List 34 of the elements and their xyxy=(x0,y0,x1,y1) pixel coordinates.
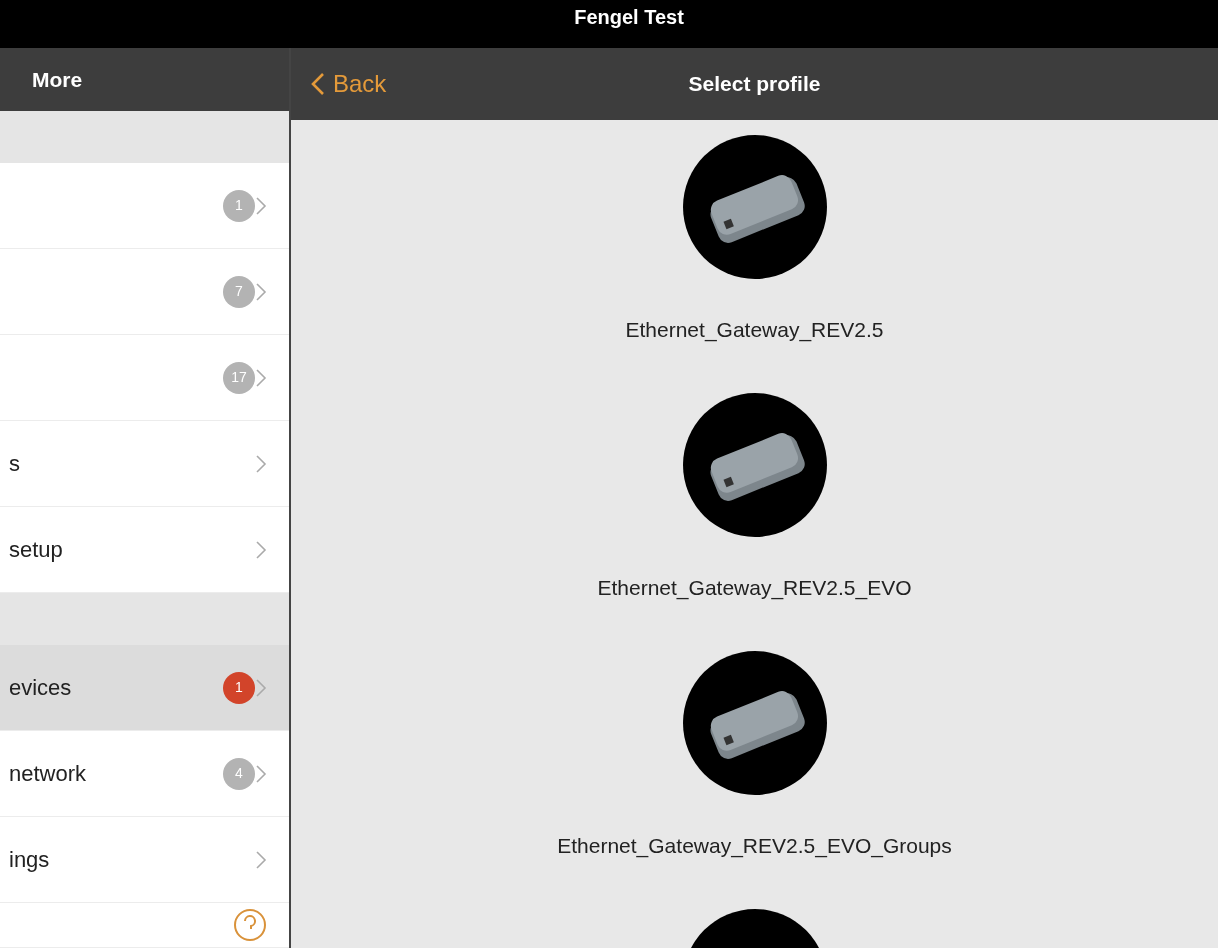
count-badge: 17 xyxy=(223,361,255,394)
item-label: ings xyxy=(9,846,51,874)
window-title: Fengel Test xyxy=(574,5,684,30)
gateway-device-icon[interactable] xyxy=(682,135,827,279)
profile-name: Ethernet_Gateway_REV2.5_EVO_Groups xyxy=(557,833,952,860)
chevron-icon xyxy=(255,849,267,870)
item-label: network xyxy=(9,760,88,788)
sidebar-item[interactable]: s xyxy=(0,421,289,507)
chevron-icon xyxy=(255,453,267,474)
chevron-icon xyxy=(255,539,267,560)
count-badge: 7 xyxy=(223,275,255,308)
sidebar-item[interactable]: ings xyxy=(0,817,289,903)
sidebar-item[interactable]: evices 1 xyxy=(0,645,289,731)
item-label: setup xyxy=(9,536,64,564)
help-icon[interactable] xyxy=(233,908,267,942)
item-label: s xyxy=(9,450,21,478)
chevron-icon xyxy=(255,195,267,216)
back-chevron-icon xyxy=(311,72,325,96)
back-button[interactable]: Back xyxy=(291,66,387,102)
sidebar-title: More xyxy=(32,66,83,93)
count-badge: 1 xyxy=(223,189,255,222)
profile-name: Ethernet_Gateway_REV2.5_EVO xyxy=(597,575,912,602)
item-label: evices xyxy=(9,674,73,702)
chevron-icon xyxy=(255,367,267,388)
chevron-icon xyxy=(255,281,267,302)
sidebar-item[interactable]: network 4 xyxy=(0,731,289,817)
gateway-device-icon[interactable] xyxy=(682,393,827,537)
chevron-icon xyxy=(255,677,267,698)
count-badge: 1 xyxy=(223,671,255,704)
gateway-device-icon[interactable] xyxy=(682,651,827,795)
count-badge: 4 xyxy=(223,757,255,790)
screen-title: Select profile xyxy=(688,71,821,98)
profile-name: Ethernet_Gateway_REV2.5 xyxy=(625,317,884,344)
chevron-icon xyxy=(255,763,267,784)
